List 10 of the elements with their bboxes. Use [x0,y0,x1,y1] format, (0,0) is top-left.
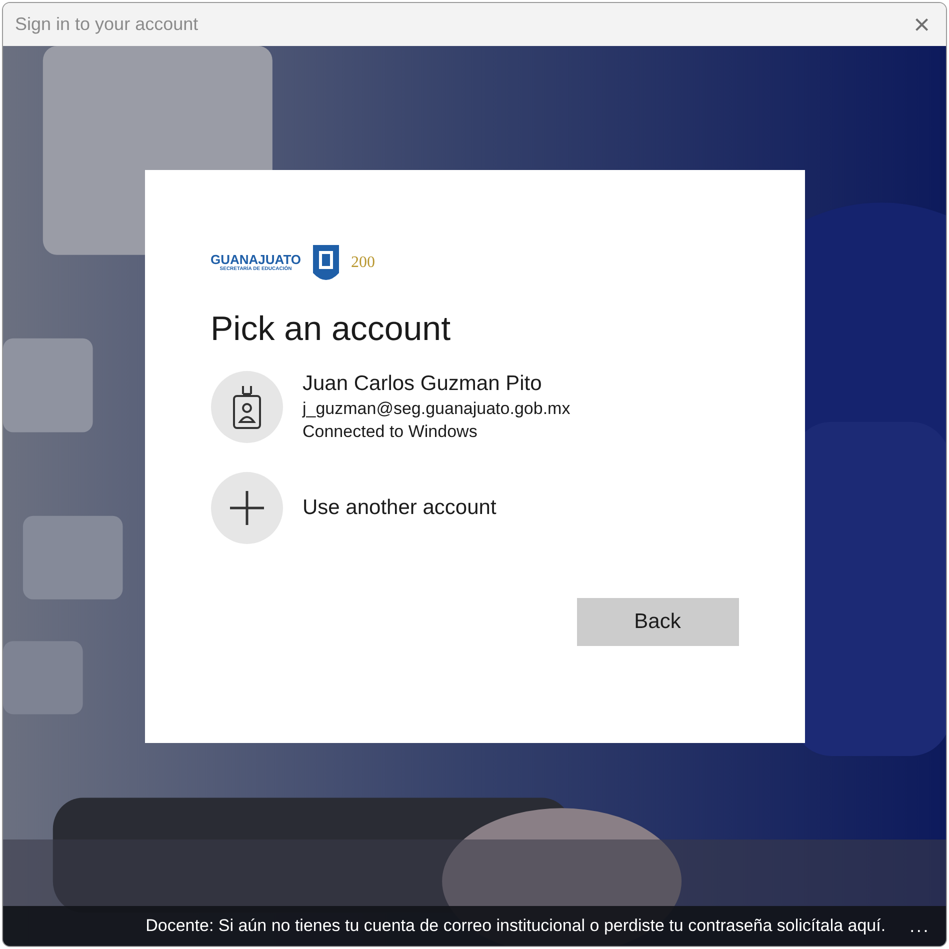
window-title: Sign in to your account [15,13,198,36]
more-button[interactable]: ... [910,912,930,940]
add-account-item[interactable]: Use another account [210,472,738,544]
back-button[interactable]: Back [576,598,738,646]
close-button[interactable]: × [910,10,934,38]
heading: Pick an account [210,308,452,350]
badge-icon [232,384,262,430]
footer-link[interactable]: Docente: Si aún no tienes tu cuenta de correo institucional o perdiste tu contraseña solicítala aquí. [146,913,886,939]
account-item[interactable]: Juan Carlos Guzman Pito j_guzman@seg.guanajuato.gob.mx Connected to Windows [210,370,738,444]
plus-icon [228,488,266,526]
